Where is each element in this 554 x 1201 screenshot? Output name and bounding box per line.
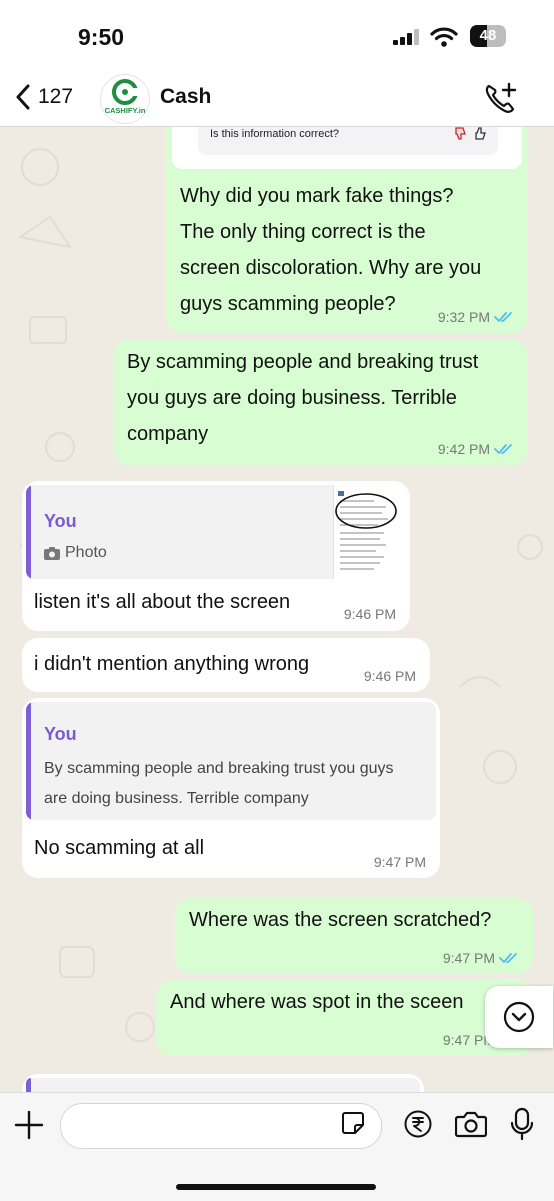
message-text-line: screen discoloration. Why are you	[180, 257, 482, 279]
message-time: 9:46 PM	[363, 668, 416, 684]
message-meta: 9:32 PM	[438, 309, 514, 325]
battery-icon: 48	[470, 25, 506, 47]
cellular-signal-icon	[393, 29, 419, 45]
quote-author: You	[44, 511, 77, 531]
message-input[interactable]	[77, 1104, 331, 1150]
sticker-icon[interactable]	[341, 1111, 365, 1135]
message-incoming[interactable]: You By scamming people and breaking trus…	[22, 698, 440, 878]
message-outgoing[interactable]: And where was spot in the sceen 9:47 PM	[156, 980, 533, 1056]
photo-thumbnail-image	[335, 491, 397, 570]
message-input-field[interactable]	[60, 1103, 382, 1150]
message-text: Where was the screen scratched?	[189, 909, 492, 931]
double-tick-icon	[494, 312, 512, 322]
double-tick-icon	[494, 444, 512, 454]
message-meta: 9:47 PM	[443, 950, 519, 966]
card-text: Is this information correct?	[210, 128, 339, 140]
message-text-line: By scamming people and breaking trust	[127, 351, 479, 373]
quote-author: You	[44, 724, 77, 744]
plus-icon[interactable]	[14, 1110, 44, 1140]
chat-area[interactable]: Is this information correct? Why did you…	[0, 127, 554, 1092]
mic-icon[interactable]	[510, 1107, 534, 1141]
cashify-logo-icon	[112, 79, 138, 105]
message-text-line: The only thing correct is the	[180, 221, 426, 243]
status-bar: 9:50 48	[0, 0, 554, 70]
home-indicator	[176, 1184, 376, 1190]
message-incoming[interactable]: You Photo listen it's all about the scre…	[22, 481, 410, 631]
message-incoming-partial[interactable]	[22, 1074, 424, 1092]
message-text-line: Why did you mark fake things?	[180, 185, 454, 207]
message-text-line: you guys are doing business. Terrible	[127, 387, 457, 409]
message-text: i didn't mention anything wrong	[34, 653, 310, 675]
forwarded-card: Is this information correct?	[172, 127, 522, 169]
message-text: And where was spot in the sceen	[170, 991, 464, 1013]
camera-small-icon	[44, 546, 60, 560]
quote-text-line: are doing business. Terrible company	[44, 790, 309, 807]
back-button[interactable]: 127	[14, 84, 73, 110]
contact-name[interactable]: Cash	[160, 85, 211, 109]
message-meta: 9:46 PM	[364, 668, 416, 684]
message-incoming[interactable]: i didn't mention anything wrong 9:46 PM	[22, 638, 430, 692]
chevron-down-icon	[503, 1001, 535, 1033]
message-time: 9:32 PM	[437, 309, 490, 325]
message-meta: 9:46 PM	[344, 606, 396, 622]
unread-count: 127	[38, 85, 74, 108]
message-text-line: guys scamming people?	[180, 293, 396, 315]
quote-text-line: By scamming people and breaking trust yo…	[44, 760, 394, 777]
quote-snippet: Photo	[44, 544, 107, 562]
avatar[interactable]: CASHIFY.in	[100, 74, 150, 124]
camera-icon[interactable]	[455, 1110, 487, 1138]
message-time: 9:47 PM	[373, 854, 426, 870]
wifi-icon	[430, 27, 458, 47]
chat-header: 127 CASHIFY.in Cash	[0, 70, 554, 127]
thumbs-down-icon	[455, 127, 466, 140]
message-outgoing[interactable]: Is this information correct? Why did you…	[166, 127, 528, 333]
message-time: 9:46 PM	[343, 606, 396, 622]
double-tick-icon	[499, 953, 517, 963]
message-text: listen it's all about the screen	[34, 591, 291, 613]
battery-level: 48	[479, 27, 497, 44]
back-chevron-icon	[16, 84, 30, 110]
scroll-down-button[interactable]	[485, 986, 553, 1048]
quote-photo-thumbnail	[333, 485, 406, 579]
message-text-line: company	[127, 423, 209, 445]
message-meta: 9:42 PM	[438, 441, 514, 457]
avatar-logo-text: CASHIFY.in	[104, 106, 146, 115]
thumbs-up-icon	[475, 127, 486, 140]
quoted-message[interactable]: You By scamming people and breaking trus…	[26, 702, 436, 820]
message-time: 9:47 PM	[442, 950, 495, 966]
message-outgoing[interactable]: Where was the screen scratched? 9:47 PM	[175, 898, 533, 974]
message-outgoing[interactable]: By scamming people and breaking trust yo…	[113, 339, 528, 465]
rupee-icon[interactable]	[404, 1110, 432, 1138]
message-time: 9:42 PM	[437, 441, 490, 457]
message-meta: 9:47 PM	[374, 854, 426, 870]
quoted-message[interactable]: You Photo	[26, 485, 406, 579]
call-add-icon[interactable]	[484, 82, 518, 114]
message-text: No scamming at all	[34, 837, 205, 859]
status-time: 9:50	[78, 24, 125, 50]
